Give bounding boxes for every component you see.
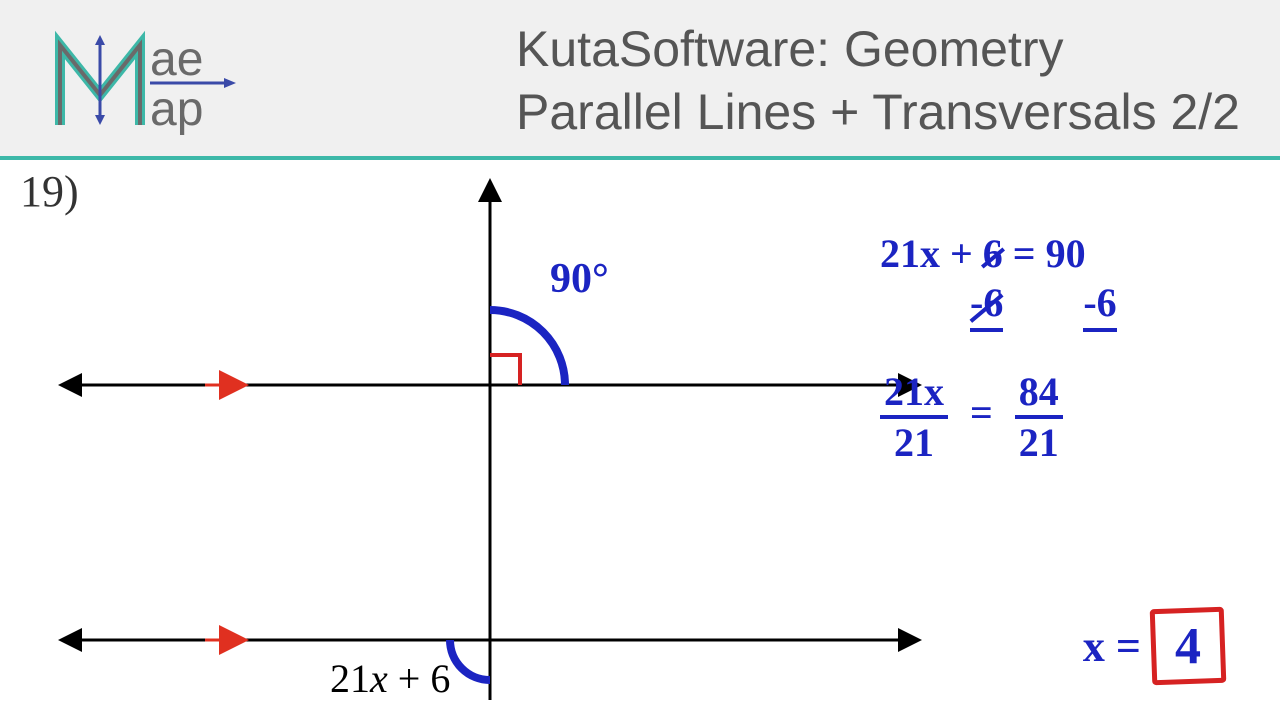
maemap-logo-svg: ae ap [50, 25, 300, 135]
title-line-2: Parallel Lines + Transversals 2/2 [516, 81, 1240, 144]
header-bar: ae ap KutaSoftware: Geometry Parallel Li… [0, 0, 1280, 160]
equation-2: 21x 21 = 84 21 [880, 368, 1240, 466]
angle-label-90: 90° [550, 255, 609, 303]
fraction-lhs: 21x 21 [880, 368, 948, 466]
angle-expression-label: 21x + 6 [330, 655, 450, 702]
page-title: KutaSoftware: Geometry Parallel Lines + … [516, 18, 1240, 143]
answer-box: 4 [1151, 608, 1225, 684]
content-area: 19) 90° 21x + 6 21x [0, 160, 1280, 720]
svg-text:ae: ae [150, 33, 203, 86]
subtract-step: -6 -6 [880, 279, 1240, 332]
final-answer: x = 4 [1083, 608, 1225, 684]
svg-text:ap: ap [150, 83, 203, 135]
solution-work: 21x + 6 = 90 -6 -6 21x 21 = 84 21 [880, 230, 1240, 472]
struck-six: 6 [983, 230, 1003, 277]
minus-six-left: -6 [970, 279, 1003, 332]
fraction-rhs: 84 21 [1015, 368, 1063, 466]
minus-six-right: -6 [1083, 279, 1116, 332]
equation-1: 21x + 6 = 90 [880, 230, 1240, 277]
answer-lhs: x = [1083, 621, 1141, 672]
geometry-diagram [0, 160, 960, 720]
title-line-1: KutaSoftware: Geometry [516, 18, 1240, 81]
brand-logo: ae ap [50, 25, 300, 135]
